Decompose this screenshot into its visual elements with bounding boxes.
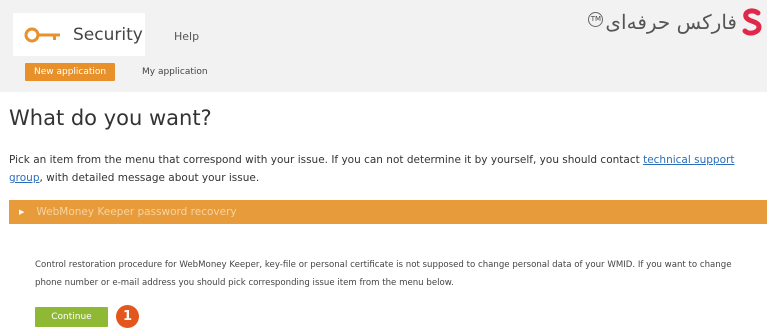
tab-security-label: Security — [73, 24, 143, 45]
accordion-label: WebMoney Keeper password recovery — [36, 206, 237, 218]
brand-text: فارکس حرفه‌ای — [605, 10, 737, 34]
intro-tail: , with detailed message about your issue… — [39, 172, 260, 184]
issue-description: Control restoration procedure for WebMon… — [35, 260, 732, 288]
tab-security[interactable]: Security — [13, 13, 145, 56]
new-application-button[interactable]: New application — [25, 63, 116, 81]
my-application-link[interactable]: My application — [142, 67, 208, 77]
brand: TM فارکس حرفه‌ای — [588, 8, 763, 36]
brand-trademark: TM — [588, 11, 604, 27]
intro-text: Pick an item from the menu that correspo… — [9, 154, 644, 166]
tab-help[interactable]: Help — [174, 30, 199, 43]
triangle-right-icon: ▶ — [19, 208, 25, 216]
brand-logo-icon — [742, 8, 762, 36]
page-title: What do you want? — [9, 106, 212, 130]
issue-accordion-header[interactable]: ▶ WebMoney Keeper password recovery — [9, 200, 767, 224]
intro-paragraph: Pick an item from the menu that correspo… — [9, 151, 765, 187]
step-number-badge: 1 — [116, 305, 139, 328]
top-navigation: Security Help TM فارکس حرفه‌ای — [0, 0, 767, 56]
continue-button[interactable]: Continue — [35, 307, 108, 327]
sub-navigation: New application My application — [0, 56, 767, 92]
key-icon — [24, 27, 60, 42]
